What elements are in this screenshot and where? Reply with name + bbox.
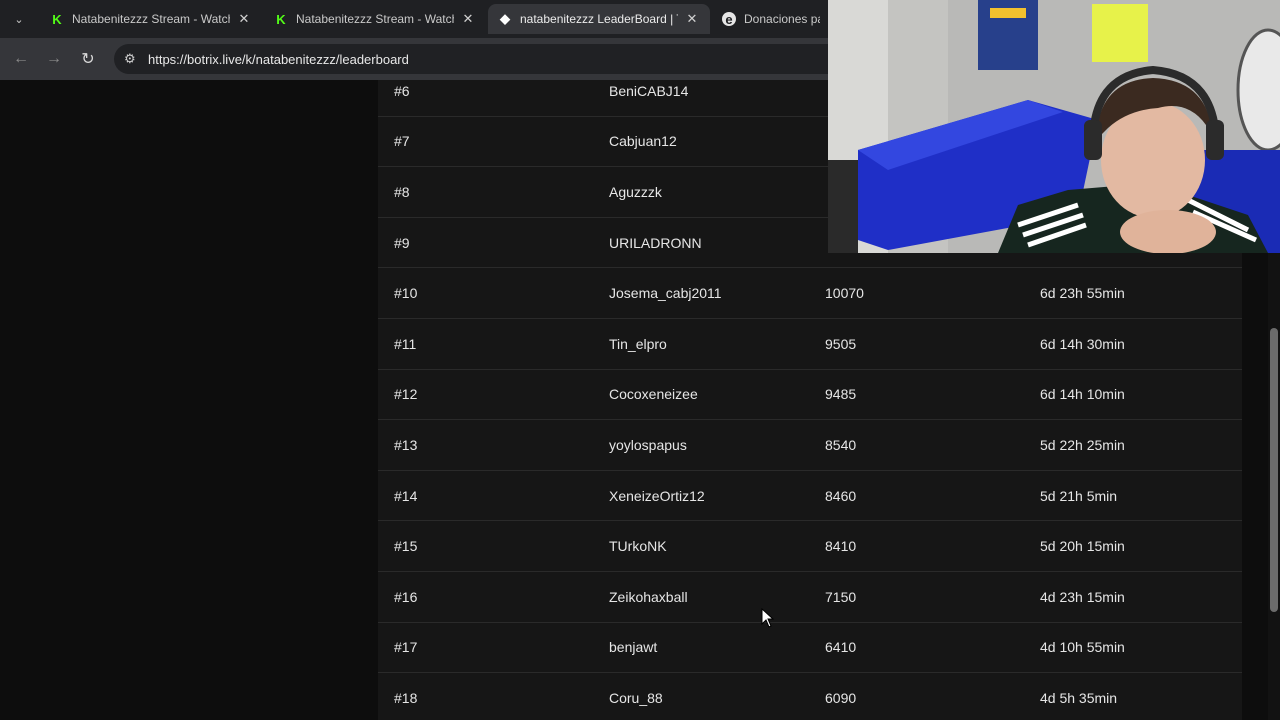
table-row: #14 XeneizeOrtiz12 8460 5d 21h 5min <box>378 471 1242 522</box>
rank-cell: #13 <box>394 436 418 453</box>
webcam-overlay <box>828 0 1280 253</box>
username-cell: Coru_88 <box>609 689 663 706</box>
username-cell: Cocoxeneizee <box>609 386 698 403</box>
rank-cell: #16 <box>394 588 418 605</box>
watchtime-cell: 5d 22h 25min <box>1040 436 1125 453</box>
watchtime-cell: 5d 21h 5min <box>1040 487 1118 504</box>
watchtime-cell: 6d 23h 55min <box>1040 285 1125 302</box>
rank-cell: #7 <box>394 133 410 150</box>
username-cell: TUrkoNK <box>609 538 667 555</box>
rank-cell: #18 <box>394 689 418 706</box>
watchtime-cell: 4d 23h 15min <box>1040 588 1125 605</box>
watchtime-cell: 6d 14h 30min <box>1040 335 1125 352</box>
points-cell: 7150 <box>825 588 857 605</box>
username-cell: BeniCABJ14 <box>609 82 689 99</box>
webcam-scene <box>828 0 1280 253</box>
rank-cell: #15 <box>394 538 418 555</box>
tab-title: Natabenitezzz Stream - Watch L <box>72 12 230 26</box>
rank-cell: #8 <box>394 183 410 200</box>
kick-icon: K <box>52 11 62 27</box>
tab-donaciones[interactable]: e Donaciones para n <box>712 4 830 34</box>
points-cell: 9485 <box>825 386 857 403</box>
username-cell: Tin_elpro <box>609 335 667 352</box>
username-cell: Aguzzzk <box>609 183 662 200</box>
tab-title: Donaciones para n <box>744 12 820 26</box>
watchtime-cell: 5d 20h 15min <box>1040 538 1125 555</box>
points-cell: 8410 <box>825 538 857 555</box>
points-cell: 8540 <box>825 436 857 453</box>
points-cell: 8460 <box>825 487 857 504</box>
tab-title: Natabenitezzz Stream - Watch L <box>296 12 454 26</box>
rank-cell: #6 <box>394 82 410 99</box>
username-cell: XeneizeOrtiz12 <box>609 487 705 504</box>
table-row: #15 TUrkoNK 8410 5d 20h 15min <box>378 521 1242 572</box>
tab-title: natabenitezzz LeaderBoard | Th <box>520 12 678 26</box>
points-cell: 6090 <box>825 689 857 706</box>
rank-cell: #14 <box>394 487 418 504</box>
username-cell: Zeikohaxball <box>609 588 688 605</box>
table-row: #18 Coru_88 6090 4d 5h 35min <box>378 673 1242 720</box>
tab-search-chevron-icon[interactable]: ⌄ <box>8 8 30 30</box>
rank-cell: #12 <box>394 386 418 403</box>
tab-leaderboard[interactable]: ◆ natabenitezzz LeaderBoard | Th ✕ <box>488 4 710 34</box>
diamond-icon: ◆ <box>500 11 510 26</box>
rank-cell: #17 <box>394 639 418 656</box>
close-icon[interactable]: ✕ <box>460 11 476 27</box>
back-arrow-icon[interactable]: ← <box>10 48 32 70</box>
site-settings-icon[interactable]: ⚙ <box>124 51 142 67</box>
watchtime-cell: 4d 10h 55min <box>1040 639 1125 656</box>
points-cell: 10070 <box>825 285 864 302</box>
forward-arrow-icon[interactable]: → <box>43 48 65 70</box>
url-text: https://botrix.live/k/natabenitezzz/lead… <box>148 51 409 67</box>
table-row: #11 Tin_elpro 9505 6d 14h 30min <box>378 319 1242 370</box>
table-row: #13 yoylospapus 8540 5d 22h 25min <box>378 420 1242 471</box>
close-icon[interactable]: ✕ <box>684 11 700 27</box>
reload-icon[interactable]: ↻ <box>77 48 99 70</box>
points-cell: 6410 <box>825 639 857 656</box>
circle-icon: e <box>722 12 736 27</box>
table-row: #17 benjawt 6410 4d 10h 55min <box>378 623 1242 674</box>
watchtime-cell: 4d 5h 35min <box>1040 689 1118 706</box>
username-cell: yoylospapus <box>609 436 687 453</box>
points-cell: 9505 <box>825 335 857 352</box>
tab-kick-stream-2[interactable]: K Natabenitezzz Stream - Watch L ✕ <box>264 4 486 34</box>
table-row: #10 Josema_cabj2011 10070 6d 23h 55min <box>378 268 1242 319</box>
rank-cell: #9 <box>394 234 410 251</box>
mouse-cursor-icon <box>761 608 775 628</box>
username-cell: benjawt <box>609 639 658 656</box>
username-cell: URILADRONN <box>609 234 702 251</box>
scrollbar-thumb[interactable] <box>1270 328 1278 612</box>
close-icon[interactable]: ✕ <box>236 11 252 27</box>
kick-icon: K <box>276 11 286 27</box>
rank-cell: #10 <box>394 285 418 302</box>
table-row: #16 Zeikohaxball 7150 4d 23h 15min <box>378 572 1242 623</box>
table-row: #12 Cocoxeneizee 9485 6d 14h 10min <box>378 370 1242 421</box>
rank-cell: #11 <box>394 335 417 352</box>
username-cell: Cabjuan12 <box>609 133 677 150</box>
tab-kick-stream-1[interactable]: K Natabenitezzz Stream - Watch L ✕ <box>40 4 262 34</box>
username-cell: Josema_cabj2011 <box>609 285 722 302</box>
watchtime-cell: 6d 14h 10min <box>1040 386 1125 403</box>
